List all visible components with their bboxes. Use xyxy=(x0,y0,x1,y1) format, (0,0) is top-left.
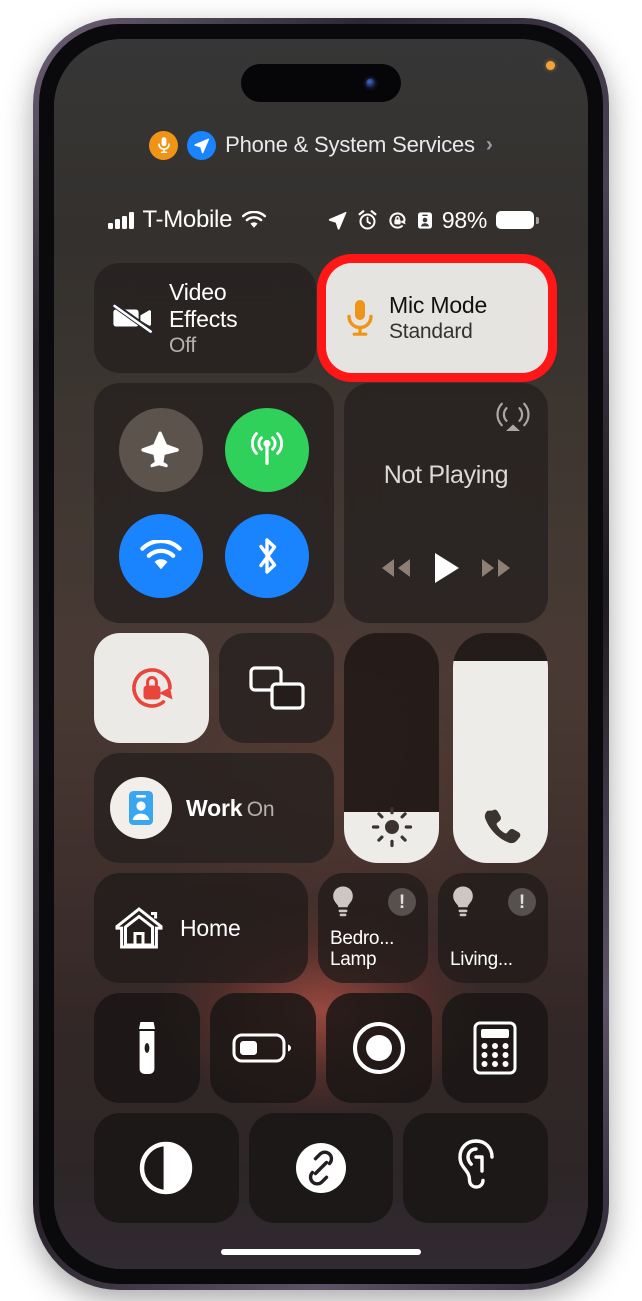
mic-mode-title: Mic Mode xyxy=(389,292,488,318)
airplay-audio-icon[interactable] xyxy=(496,399,530,433)
cc-row-utilities-sliders: Work On xyxy=(94,633,548,863)
alarm-clock-icon xyxy=(357,209,378,231)
focus-status: On xyxy=(246,797,275,821)
location-arrow-icon xyxy=(327,210,348,231)
low-power-mode-toggle[interactable] xyxy=(210,993,316,1103)
screen-recording-toggle[interactable] xyxy=(326,993,432,1103)
status-bar-left: T-Mobile xyxy=(108,206,267,234)
screen-mirroring-toggle[interactable] xyxy=(219,633,334,743)
cc-left-column: Work On xyxy=(94,633,334,863)
wifi-icon xyxy=(241,210,267,230)
lightbulb-icon xyxy=(330,885,356,919)
accessory-name-line1: Living... xyxy=(450,949,513,971)
mic-mode-status: Standard xyxy=(389,320,473,343)
home-app-tile[interactable]: Home xyxy=(94,873,308,983)
rewind-icon[interactable] xyxy=(376,555,416,581)
accessory-name-line2: Lamp xyxy=(330,949,377,971)
status-bar: T-Mobile 98% xyxy=(54,199,588,241)
screenshot-stage: Phone & System Services › T-Mobile 98% V… xyxy=(0,0,642,1301)
battery-percent-label: 98% xyxy=(441,206,487,233)
cc-row-connectivity-media: Not Playing xyxy=(94,383,548,623)
status-bar-right: 98% xyxy=(327,206,539,234)
cc-row-call-controls: Video Effects Off Mic Mode Standard xyxy=(94,263,548,373)
home-accessory-tile[interactable]: ! Bedro... Lamp xyxy=(318,873,428,983)
shazam-icon[interactable] xyxy=(248,1113,394,1223)
volume-slider[interactable] xyxy=(453,633,548,863)
calculator-shortcut[interactable] xyxy=(442,993,548,1103)
focus-text: Work On xyxy=(186,794,275,822)
video-effects-tile[interactable]: Video Effects Off xyxy=(94,263,316,373)
mic-mode-tile[interactable]: Mic Mode Standard xyxy=(326,263,548,373)
cc-sliders xyxy=(344,633,548,863)
accessory-warning-badge: ! xyxy=(388,888,416,916)
media-playback-tile[interactable]: Not Playing xyxy=(344,383,548,623)
cellular-data-toggle[interactable] xyxy=(225,408,309,492)
location-arrow-icon xyxy=(187,130,217,160)
cc-row-home: Home ! Bedro... Lamp ! Living... xyxy=(94,873,548,983)
focus-badge-icon xyxy=(417,210,433,231)
mic-privacy-indicator-dot xyxy=(546,61,555,70)
accessory-header: ! xyxy=(330,885,416,919)
bluetooth-toggle[interactable] xyxy=(225,514,309,598)
accessory-name: Bedro... Lamp xyxy=(330,928,416,971)
home-accessory-tile[interactable]: ! Living... xyxy=(438,873,548,983)
cc-row-utilities-1 xyxy=(94,993,548,1103)
home-indicator xyxy=(221,1249,421,1255)
video-effects-title: Video Effects xyxy=(169,278,238,332)
brightness-icon xyxy=(344,805,439,849)
work-focus-icon xyxy=(110,777,172,839)
mic-icon xyxy=(344,298,376,338)
video-effects-text: Video Effects Off xyxy=(169,279,298,358)
connectivity-tile xyxy=(94,383,334,623)
focus-mode-tile[interactable]: Work On xyxy=(94,753,334,863)
services-label: Phone & System Services xyxy=(225,132,475,157)
airplane-mode-toggle[interactable] xyxy=(119,408,203,492)
phone-handset-icon xyxy=(453,805,548,849)
mic-mode-text: Mic Mode Standard xyxy=(389,292,487,344)
wifi-toggle[interactable] xyxy=(119,514,203,598)
rotation-lock-icon xyxy=(387,210,408,231)
flashlight-toggle[interactable] xyxy=(94,993,200,1103)
phone-system-services-banner[interactable]: Phone & System Services › xyxy=(54,127,588,163)
dark-mode-toggle[interactable] xyxy=(94,1113,239,1223)
focus-title: Work xyxy=(186,794,243,821)
lightbulb-icon xyxy=(450,885,476,919)
media-controls xyxy=(344,551,548,585)
hearing-toggle[interactable] xyxy=(403,1113,549,1223)
control-center: Video Effects Off Mic Mode Standard Not … xyxy=(94,263,549,1233)
video-effects-status: Off xyxy=(169,333,197,357)
video-slash-icon xyxy=(112,301,156,335)
phone-bezel: Phone & System Services › T-Mobile 98% V… xyxy=(39,24,603,1284)
battery-icon xyxy=(496,211,539,229)
front-camera-icon xyxy=(366,78,375,88)
mic-icon xyxy=(149,130,179,160)
dynamic-island xyxy=(241,64,401,102)
accessory-header: ! xyxy=(450,885,536,919)
accessory-warning-badge: ! xyxy=(508,888,536,916)
home-label: Home xyxy=(180,914,241,941)
accessory-name-line1: Bedro... xyxy=(330,927,395,949)
cellular-signal-icon xyxy=(108,211,134,229)
play-icon[interactable] xyxy=(431,551,461,585)
accessory-name: Living... xyxy=(450,949,536,971)
house-icon xyxy=(114,905,164,951)
carrier-label: T-Mobile xyxy=(142,206,233,233)
phone-screen: Phone & System Services › T-Mobile 98% V… xyxy=(54,39,588,1269)
rotation-lock-toggle[interactable] xyxy=(94,633,209,743)
phone-frame: Phone & System Services › T-Mobile 98% V… xyxy=(33,18,609,1290)
cc-row-utilities-2 xyxy=(94,1113,549,1223)
cc-square-toggle-row xyxy=(94,633,334,743)
fast-forward-icon[interactable] xyxy=(476,555,516,581)
media-status-label: Not Playing xyxy=(383,461,509,489)
brightness-slider[interactable] xyxy=(344,633,439,863)
chevron-right-icon[interactable]: › xyxy=(486,133,493,157)
